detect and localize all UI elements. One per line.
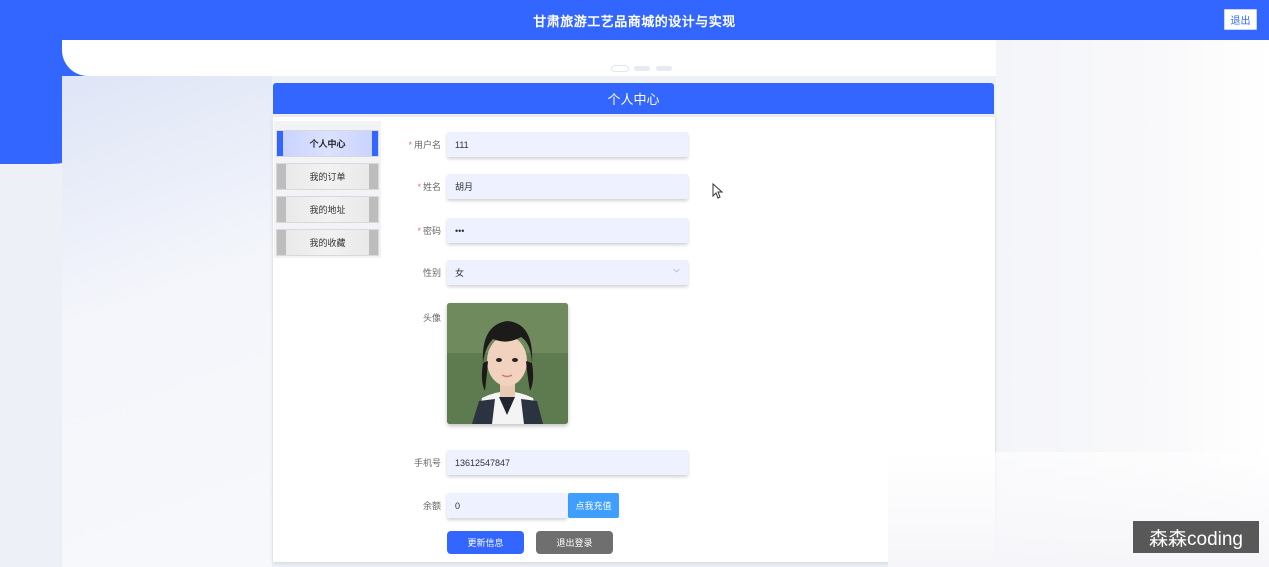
avatar-image[interactable]: [447, 303, 568, 424]
gender-select[interactable]: 女: [447, 260, 688, 285]
carousel-dot-1[interactable]: [612, 66, 628, 71]
gender-row: 性别 女: [395, 260, 688, 285]
update-info-button[interactable]: 更新信息: [447, 531, 524, 554]
balance-row: 余额 0 点我充值: [395, 493, 619, 518]
username-input[interactable]: 111: [447, 132, 688, 157]
gender-selected-value: 女: [455, 268, 465, 278]
phone-row: 手机号 13612547847: [395, 450, 688, 475]
password-label: * 密码: [417, 226, 441, 236]
name-input[interactable]: 胡月: [447, 174, 688, 199]
phone-input[interactable]: 13612547847: [447, 450, 688, 475]
avatar-label: 头像: [422, 313, 441, 323]
header-logout-button[interactable]: 退出: [1224, 9, 1257, 30]
password-input[interactable]: •••: [447, 218, 688, 243]
sidebar-item-orders[interactable]: 我的订单: [276, 163, 379, 190]
gender-label: 性别: [422, 268, 441, 278]
topup-button[interactable]: 点我充值: [568, 493, 619, 518]
chevron-down-icon: [673, 268, 680, 273]
mouse-cursor-icon: [712, 183, 724, 199]
name-row: * 姓名 胡月: [395, 174, 688, 199]
app-title: 甘肃旅游工艺品商城的设计与实现: [533, 14, 736, 29]
sidebar-item-addresses[interactable]: 我的地址: [276, 196, 379, 223]
sidebar-menu: 个人中心 我的订单 我的地址 我的收藏: [274, 121, 381, 258]
watermark: 森森coding: [1133, 521, 1259, 553]
username-label: * 用户名: [408, 140, 441, 150]
section-header: 个人中心: [273, 83, 994, 114]
sidebar-item-profile[interactable]: 个人中心: [276, 130, 379, 157]
section-title: 个人中心: [607, 92, 660, 107]
top-navbar: 甘肃旅游工艺品商城的设计与实现 退出: [0, 0, 1269, 40]
logout-button[interactable]: 退出登录: [536, 531, 613, 554]
carousel-dot-3[interactable]: [656, 66, 672, 71]
page-background-left: [62, 76, 272, 567]
carousel-dot-2[interactable]: [634, 66, 650, 71]
sidebar-item-favorites[interactable]: 我的收藏: [276, 229, 379, 256]
carousel-indicators: [612, 66, 672, 71]
balance-label: 余额: [422, 501, 441, 511]
name-label: * 姓名: [417, 182, 441, 192]
avatar-row: 头像: [395, 303, 568, 424]
username-row: * 用户名 111: [395, 132, 688, 157]
phone-label: 手机号: [413, 458, 441, 468]
balance-input[interactable]: 0: [447, 493, 567, 518]
password-row: * 密码 •••: [395, 218, 688, 243]
portrait-icon: [447, 303, 568, 424]
